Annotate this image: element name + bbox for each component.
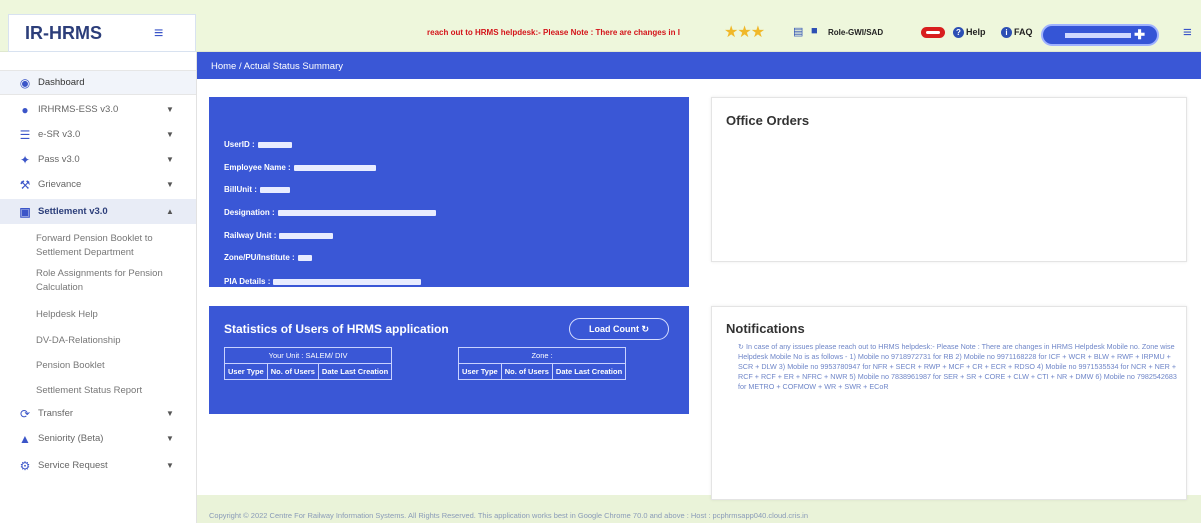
sidebar-subitem-settlement-status[interactable]: Settlement Status Report bbox=[36, 384, 186, 398]
sidebar-subitem-dv-da-relationship[interactable]: DV-DA-Relationship bbox=[36, 334, 186, 348]
notification-item[interactable]: ↻ In case of any issues please reach out… bbox=[738, 342, 1186, 392]
transfer-icon: ⟳ bbox=[19, 406, 31, 421]
footer-copyright: Copyright © 2022 Centre For Railway Info… bbox=[209, 511, 809, 520]
help-icon: ? bbox=[953, 27, 964, 38]
chevron-down-icon: ▼ bbox=[166, 155, 174, 164]
designation-row: Designation : bbox=[224, 208, 436, 217]
zone-stats-table: Zone : User Type No. of Users Date Last … bbox=[457, 347, 627, 380]
redacted-value bbox=[293, 164, 376, 171]
sidebar-item-seniority[interactable]: ▲ Seniority (Beta) ▼ bbox=[0, 426, 196, 451]
breadcrumb-home[interactable]: Home bbox=[211, 61, 236, 72]
sidebar-item-transfer[interactable]: ⟳ Transfer ▼ bbox=[0, 401, 196, 426]
col-no-of-users: No. of Users bbox=[500, 363, 553, 380]
col-user-type: User Type bbox=[458, 363, 502, 380]
gears-icon: ⚙ bbox=[19, 458, 31, 473]
sidebar-toggle-icon[interactable]: ≡ bbox=[154, 25, 163, 43]
redacted-value bbox=[297, 254, 312, 261]
list-icon: ☰ bbox=[19, 127, 31, 142]
role-user-icon: ■ bbox=[811, 25, 818, 37]
stats-card: Statistics of Users of HRMS application … bbox=[209, 306, 689, 414]
sidebar-item-ess[interactable]: ● IRHRMS-ESS v3.0 ▼ bbox=[0, 97, 196, 122]
user-info-card: UserID : Employee Name : BillUnit : Desi… bbox=[209, 97, 689, 287]
faq-link[interactable]: i FAQ bbox=[1001, 27, 1033, 38]
rating-stars-icon[interactable]: ★★★ bbox=[724, 22, 765, 42]
help-link[interactable]: ? Help bbox=[953, 27, 986, 38]
dropdown-icon: ✚ bbox=[1134, 27, 1145, 42]
chevron-down-icon: ▼ bbox=[166, 105, 174, 114]
sidebar-subitem-pension-booklet[interactable]: Pension Booklet bbox=[36, 359, 186, 373]
sidebar-item-pass[interactable]: ✦ Pass v3.0 ▼ bbox=[0, 147, 196, 172]
username-redacted bbox=[1065, 33, 1131, 38]
sidebar-item-label: Settlement v3.0 bbox=[38, 206, 108, 217]
user-menu-button[interactable]: ✚ bbox=[1041, 24, 1159, 46]
stack-icon: ▲ bbox=[19, 431, 31, 446]
redacted-value bbox=[259, 186, 290, 193]
pia-details-row: PIA Details : bbox=[224, 277, 422, 286]
stats-title: Statistics of Users of HRMS application bbox=[224, 322, 449, 336]
zone-caption: Zone : bbox=[457, 347, 627, 364]
dashboard-icon: ◉ bbox=[19, 75, 31, 90]
logo-box: IR-HRMS ≡ bbox=[8, 14, 196, 52]
document-icon[interactable]: ▤ bbox=[793, 25, 803, 38]
breadcrumb-separator: / bbox=[238, 61, 242, 72]
chevron-down-icon: ▼ bbox=[166, 461, 174, 470]
billunit-row: BillUnit : bbox=[224, 185, 290, 194]
employee-name-row: Employee Name : bbox=[224, 163, 376, 172]
sidebar-item-label: Seniority (Beta) bbox=[38, 433, 104, 444]
money-icon: ▣ bbox=[19, 204, 31, 219]
col-date-last-creation: Date Last Creation bbox=[551, 363, 627, 380]
helpdesk-marquee: reach out to HRMS helpdesk:- Please Note… bbox=[427, 28, 680, 37]
unit-caption: Your Unit : SALEM/ DIV bbox=[223, 347, 393, 364]
sidebar-item-label: IRHRMS-ESS v3.0 bbox=[38, 104, 119, 115]
sidebar-item-label: Transfer bbox=[38, 408, 74, 419]
notification-toggle-icon[interactable] bbox=[921, 27, 945, 38]
redacted-value bbox=[277, 209, 436, 216]
sidebar-subitem-forward-pension[interactable]: Forward Pension Booklet to Settlement De… bbox=[36, 232, 186, 260]
col-date-last-creation: Date Last Creation bbox=[317, 363, 393, 380]
role-indicator[interactable]: Role-GWI/SAD bbox=[828, 28, 883, 37]
user-circle-icon: ● bbox=[21, 102, 29, 117]
chevron-down-icon: ▼ bbox=[166, 434, 174, 443]
redacted-value bbox=[257, 141, 292, 148]
sidebar-item-label: Dashboard bbox=[38, 77, 85, 88]
refresh-icon: ↻ bbox=[738, 342, 747, 351]
info-icon: i bbox=[1001, 27, 1012, 38]
chevron-down-icon: ▼ bbox=[166, 130, 174, 139]
office-orders-title: Office Orders bbox=[726, 113, 810, 128]
sidebar-subitem-helpdesk-help[interactable]: Helpdesk Help bbox=[36, 308, 186, 322]
sidebar-subitem-role-assignments[interactable]: Role Assignments for Pension Calculation bbox=[36, 267, 186, 295]
sidebar-item-esr[interactable]: ☰ e-SR v3.0 ▼ bbox=[0, 122, 196, 147]
notifications-title: Notifications bbox=[726, 321, 805, 336]
userid-row: UserID : bbox=[224, 140, 292, 149]
sidebar-item-service-request[interactable]: ⚙ Service Request ▼ bbox=[0, 453, 196, 478]
notifications-panel: Notifications ↻ In case of any issues pl… bbox=[711, 306, 1187, 500]
breadcrumb-current: Actual Status Summary bbox=[243, 61, 344, 72]
sidebar-item-label: Service Request bbox=[38, 460, 108, 471]
breadcrumb: Home / Actual Status Summary bbox=[197, 52, 1201, 79]
sidebar-item-dashboard[interactable]: ◉ Dashboard bbox=[0, 70, 196, 95]
office-orders-panel: Office Orders bbox=[711, 97, 1187, 262]
chevron-down-icon: ▼ bbox=[166, 180, 174, 189]
sidebar-item-label: Pass v3.0 bbox=[38, 154, 80, 165]
redacted-value bbox=[273, 278, 422, 285]
railway-unit-row: Railway Unit : bbox=[224, 231, 334, 240]
sidebar-item-label: e-SR v3.0 bbox=[38, 129, 81, 140]
col-user-type: User Type bbox=[224, 363, 268, 380]
sidebar-item-label: Grievance bbox=[38, 179, 82, 190]
load-count-button[interactable]: Load Count ↻ bbox=[569, 318, 669, 340]
chevron-up-icon: ▲ bbox=[166, 207, 174, 216]
unit-stats-table: Your Unit : SALEM/ DIV User Type No. of … bbox=[223, 347, 393, 380]
sidebar-item-settlement[interactable]: ▣ Settlement v3.0 ▲ bbox=[0, 199, 196, 224]
col-no-of-users: No. of Users bbox=[266, 363, 319, 380]
redacted-value bbox=[279, 232, 334, 239]
sidebar-item-grievance[interactable]: ⚒ Grievance ▼ bbox=[0, 172, 196, 197]
top-header: IR-HRMS ≡ reach out to HRMS helpdesk:- P… bbox=[0, 0, 1201, 52]
zone-row: Zone/PU/Institute : bbox=[224, 253, 312, 262]
gavel-icon: ⚒ bbox=[19, 177, 31, 192]
ticket-icon: ✦ bbox=[19, 152, 31, 167]
app-logo[interactable]: IR-HRMS bbox=[25, 23, 102, 44]
chevron-down-icon: ▼ bbox=[166, 409, 174, 418]
menu-icon[interactable]: ≡ bbox=[1183, 24, 1192, 41]
